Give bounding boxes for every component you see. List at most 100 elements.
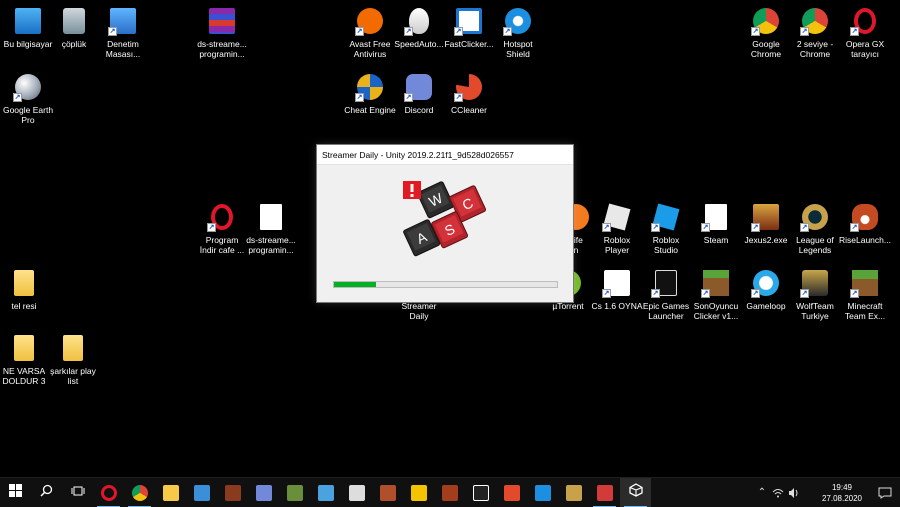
clock[interactable]: 19:49 27.08.2020: [814, 482, 870, 504]
epic-games-icon: [472, 484, 489, 501]
mouse-icon: ↗: [404, 6, 434, 36]
ccleaner-icon: ↗: [454, 72, 484, 102]
desktop-icon-label: Opera GX tarayıcı: [845, 39, 885, 59]
desktop-icon-lol[interactable]: ↗ League of Legends: [787, 202, 843, 264]
raccoon-icon: ↗: [850, 202, 880, 232]
winrar-archive-icon: [207, 6, 237, 36]
desktop-icon-steam[interactable]: ↗ Steam: [688, 202, 744, 264]
desktop-icon-sarkilar[interactable]: şarkılar play list: [45, 333, 101, 395]
wasc-keys-logo: W C A S: [403, 181, 487, 257]
taskbar-z-app[interactable]: [403, 478, 434, 507]
desktop-icon-label: Streamer Daily: [401, 301, 437, 321]
shortcut-arrow-icon: ↗: [13, 93, 22, 102]
desktop-icon-speedauto[interactable]: ↗ SpeedAuto...: [391, 6, 447, 68]
shortcut-arrow-icon: ↗: [651, 289, 660, 298]
cheat-engine-icon: [596, 484, 613, 501]
taskbar-cheat[interactable]: [589, 478, 620, 507]
taskbar-hotspot[interactable]: [527, 478, 558, 507]
taskbar-ccleaner[interactable]: [496, 478, 527, 507]
volume-icon[interactable]: [786, 478, 802, 507]
chrome-icon: [131, 484, 148, 501]
desktop-icon-rar[interactable]: ds-streame... programin...: [194, 6, 250, 68]
mouse-icon: [348, 484, 365, 501]
desktop-icon-earth[interactable]: ↗ Google Earth Pro: [0, 72, 56, 134]
opera-gx-icon: ↗: [850, 6, 880, 36]
steam-icon: ↗: [701, 202, 731, 232]
taskbar-explorer[interactable]: [155, 478, 186, 507]
desktop-icon-discord[interactable]: ↗ Discord: [391, 72, 447, 134]
notification-center-button[interactable]: [870, 487, 900, 499]
taskbar-lol[interactable]: [558, 478, 589, 507]
taskbar-epic[interactable]: [465, 478, 496, 507]
desktop-icon-label: Minecraft Team Ex...: [844, 301, 886, 321]
desktop-icon-hotspot[interactable]: ↗ Hotspot Shield: [490, 6, 546, 68]
wolfteam-icon: ↗: [800, 268, 830, 298]
shortcut-arrow-icon: ↗: [503, 27, 512, 36]
desktop-icon-label: CCleaner: [451, 105, 487, 115]
roblox-studio-icon: ↗: [651, 202, 681, 232]
chevron-up-icon[interactable]: ⌃: [754, 478, 770, 507]
window-title[interactable]: Streamer Daily - Unity 2019.2.21f1_9d528…: [317, 145, 573, 165]
z-icon: [410, 484, 427, 501]
app-icon: [224, 484, 241, 501]
taskbar-opera[interactable]: [93, 478, 124, 507]
system-tray: ⌃ 19:49 27.08.2020: [754, 478, 900, 507]
shortcut-arrow-icon: ↗: [800, 27, 809, 36]
shortcut-arrow-icon: ↗: [800, 289, 809, 298]
taskbar-chrome[interactable]: [124, 478, 155, 507]
taskbar-discord[interactable]: [248, 478, 279, 507]
taskbar-app-brown[interactable]: [217, 478, 248, 507]
shortcut-arrow-icon: ↗: [850, 223, 859, 232]
desktop-icon-label: tel resi: [11, 301, 37, 311]
search-button[interactable]: [31, 478, 62, 507]
cheat-engine-icon: ↗: [355, 72, 385, 102]
unity-icon: [628, 483, 643, 502]
recycle-bin-icon: [59, 6, 89, 36]
shortcut-arrow-icon: ↗: [355, 27, 364, 36]
shortcut-arrow-icon: ↗: [108, 27, 117, 36]
desktop-icon-mcteam[interactable]: ↗ Minecraft Team Ex...: [837, 268, 893, 330]
folder-icon: [58, 333, 88, 363]
ccleaner-icon: [503, 484, 520, 501]
keyboard-layout-icon[interactable]: [802, 478, 814, 507]
loading-progress-fill: [334, 282, 377, 287]
google-earth-icon: ↗: [13, 72, 43, 102]
desktop-icon-label: Denetim Masası...: [105, 39, 141, 59]
chrome-profile-icon: ↗: [800, 6, 830, 36]
desktop-icon-robloxs[interactable]: ↗ Roblox Studio: [638, 202, 694, 264]
taskbar-mouse[interactable]: [341, 478, 372, 507]
discord-icon: [255, 484, 272, 501]
shortcut-arrow-icon: ↗: [404, 93, 413, 102]
wifi-icon[interactable]: [770, 478, 786, 507]
desktop-icon-label: ds-streame... programin...: [197, 39, 247, 59]
start-button[interactable]: [0, 478, 31, 507]
task-view-button[interactable]: [62, 478, 93, 507]
desktop-icon-ds2[interactable]: ds-streame... programin...: [243, 202, 299, 264]
minecraft-block-icon: ↗: [701, 268, 731, 298]
desktop-icon-cheat[interactable]: ↗ Cheat Engine: [342, 72, 398, 134]
taskbar-unity[interactable]: [620, 477, 651, 507]
taskbar-raccoon[interactable]: [372, 478, 403, 507]
streamer-daily-splash-window[interactable]: Streamer Daily - Unity 2019.2.21f1_9d528…: [316, 144, 574, 303]
taskbar-jexus[interactable]: [434, 478, 465, 507]
desktop-icon-control[interactable]: ↗ Denetim Masası...: [95, 6, 151, 68]
desktop-icon-avast[interactable]: ↗ Avast Free Antivirus: [342, 6, 398, 68]
shortcut-arrow-icon: ↗: [751, 223, 760, 232]
opera-icon: [100, 484, 117, 501]
hotspot-shield-icon: ↗: [503, 6, 533, 36]
discord-icon: ↗: [404, 72, 434, 102]
taskbar-app-window[interactable]: [310, 478, 341, 507]
shortcut-arrow-icon: ↗: [751, 289, 760, 298]
desktop-icon-opera[interactable]: ↗ Opera GX tarayıcı: [837, 6, 893, 68]
window-app-icon: [317, 484, 334, 501]
desktop-icon-telresi[interactable]: tel resi: [0, 268, 52, 330]
league-of-legends-icon: ↗: [800, 202, 830, 232]
desktop-icon-ccleaner[interactable]: ↗ CCleaner: [441, 72, 497, 134]
counter-strike-icon: ↗: [602, 268, 632, 298]
jexus-icon: [441, 484, 458, 501]
desktop-icon-sonoyuncu[interactable]: ↗ SonOyuncu Clicker v1...: [688, 268, 744, 330]
shortcut-arrow-icon: ↗: [850, 27, 859, 36]
taskbar-minecraft[interactable]: [279, 478, 310, 507]
taskbar-app-blue[interactable]: [186, 478, 217, 507]
desktop-icon-rise[interactable]: ↗ RiseLaunch...: [837, 202, 893, 264]
